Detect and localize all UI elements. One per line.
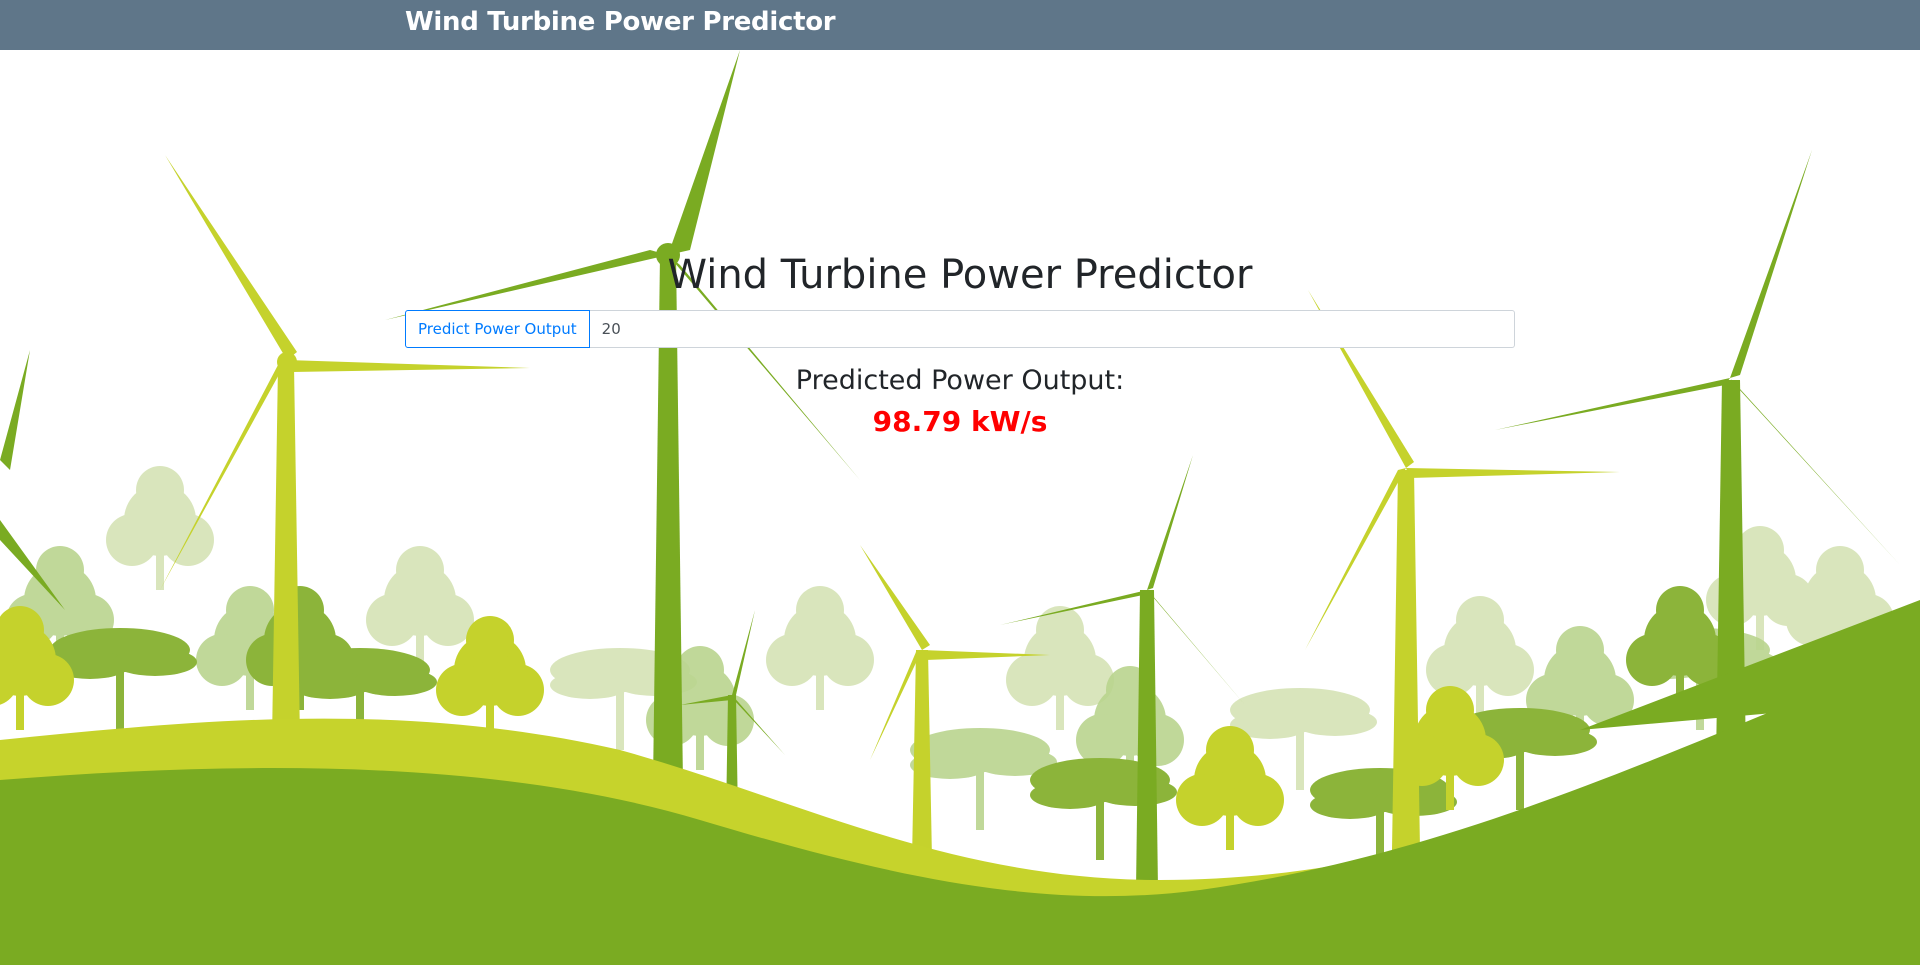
wind-speed-input[interactable]	[589, 310, 1515, 348]
page-title: Wind Turbine Power Predictor	[667, 252, 1253, 298]
predict-input-group: Predict Power Output	[405, 310, 1515, 348]
result-label: Predicted Power Output:	[795, 365, 1125, 396]
navbar-brand[interactable]: Wind Turbine Power Predictor	[405, 7, 836, 37]
navbar: Wind Turbine Power Predictor	[0, 0, 1920, 50]
result-value: 98.79 kW/s	[872, 405, 1048, 438]
predict-button[interactable]: Predict Power Output	[405, 310, 590, 348]
main-content: Wind Turbine Power Predictor Predict Pow…	[0, 0, 1920, 965]
